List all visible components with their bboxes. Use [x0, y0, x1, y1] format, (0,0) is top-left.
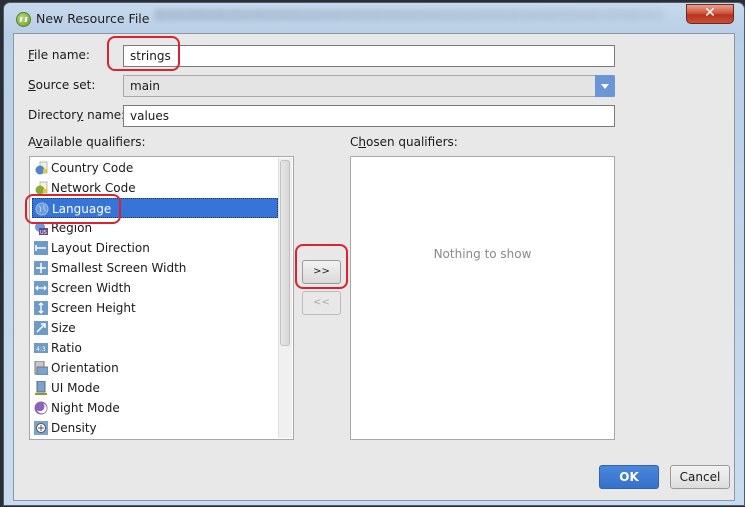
cancel-button[interactable]: Cancel	[670, 465, 730, 489]
qualifier-language[interactable]: Language	[32, 198, 278, 218]
language-globe-icon	[35, 202, 49, 216]
dialog-content: File name: Source set: main Directory na…	[13, 33, 735, 501]
orientation-icon	[34, 361, 48, 375]
qualifier-network-code[interactable]: Network Code	[32, 178, 278, 198]
ratio-icon: 4:3	[34, 343, 48, 353]
qualifier-smallest-screen-width[interactable]: Smallest Screen Width	[32, 258, 278, 278]
close-button[interactable]: ✕	[686, 4, 734, 24]
country-code-icon	[35, 161, 48, 175]
qualifier-size[interactable]: Size	[32, 318, 278, 338]
qualifier-layout-direction[interactable]: Layout Direction	[32, 238, 278, 258]
qualifier-region[interactable]: US Region	[32, 218, 278, 238]
remove-qualifier-button[interactable]: <<	[302, 291, 341, 315]
screen-width-icon	[34, 281, 48, 295]
ui-mode-icon	[35, 381, 47, 395]
directory-name-input[interactable]	[123, 105, 615, 127]
qualifier-density[interactable]: Density	[32, 418, 278, 438]
qualifier-orientation[interactable]: Orientation	[32, 358, 278, 378]
dialog-title: New Resource File	[36, 11, 150, 26]
close-icon: ✕	[704, 5, 716, 21]
screen-height-icon	[34, 301, 48, 315]
night-mode-icon	[34, 401, 48, 415]
smallest-screen-width-icon	[34, 261, 48, 275]
qualifier-ratio[interactable]: 4:3 Ratio	[32, 338, 278, 358]
density-icon	[34, 421, 48, 435]
size-icon	[34, 321, 48, 335]
chevron-down-icon[interactable]	[595, 75, 615, 97]
android-studio-icon	[16, 12, 31, 27]
chosen-qualifiers-list[interactable]: Nothing to show	[350, 156, 615, 440]
chosen-qualifiers-label: Chosen qualifiers:	[350, 135, 458, 149]
empty-state-text: Nothing to show	[433, 247, 532, 261]
svg-text:4:3: 4:3	[36, 346, 46, 353]
add-qualifier-button[interactable]: >>	[302, 260, 341, 284]
qualifier-country-code[interactable]: Country Code	[32, 158, 278, 178]
directory-name-label: Directory name:	[28, 108, 126, 122]
dialog-window: New Resource File ✕ File name: Source se…	[3, 2, 745, 506]
source-set-value: main	[130, 79, 160, 93]
qualifier-screen-height[interactable]: Screen Height	[32, 298, 278, 318]
source-set-label: Source set:	[28, 78, 96, 92]
background-window-title	[154, 9, 664, 21]
available-qualifiers-list[interactable]: Country Code Network Code Language US Re…	[29, 156, 294, 440]
qualifier-night-mode[interactable]: Night Mode	[32, 398, 278, 418]
ok-button[interactable]: OK	[599, 465, 659, 489]
qualifier-ui-mode[interactable]: UI Mode	[32, 378, 278, 398]
file-name-label: File name:	[28, 48, 90, 62]
qualifiers-scrollbar[interactable]	[278, 158, 292, 438]
scrollbar-thumb[interactable]	[280, 160, 290, 346]
title-bar[interactable]: New Resource File ✕	[4, 3, 744, 33]
file-name-input[interactable]	[123, 45, 615, 67]
available-qualifiers-label: Available qualifiers:	[28, 135, 146, 149]
layout-direction-icon	[34, 241, 48, 255]
region-icon: US	[35, 222, 48, 235]
network-code-icon	[35, 181, 48, 195]
qualifier-screen-width[interactable]: Screen Width	[32, 278, 278, 298]
source-set-select[interactable]: main	[123, 75, 615, 97]
svg-text:US: US	[40, 230, 47, 235]
